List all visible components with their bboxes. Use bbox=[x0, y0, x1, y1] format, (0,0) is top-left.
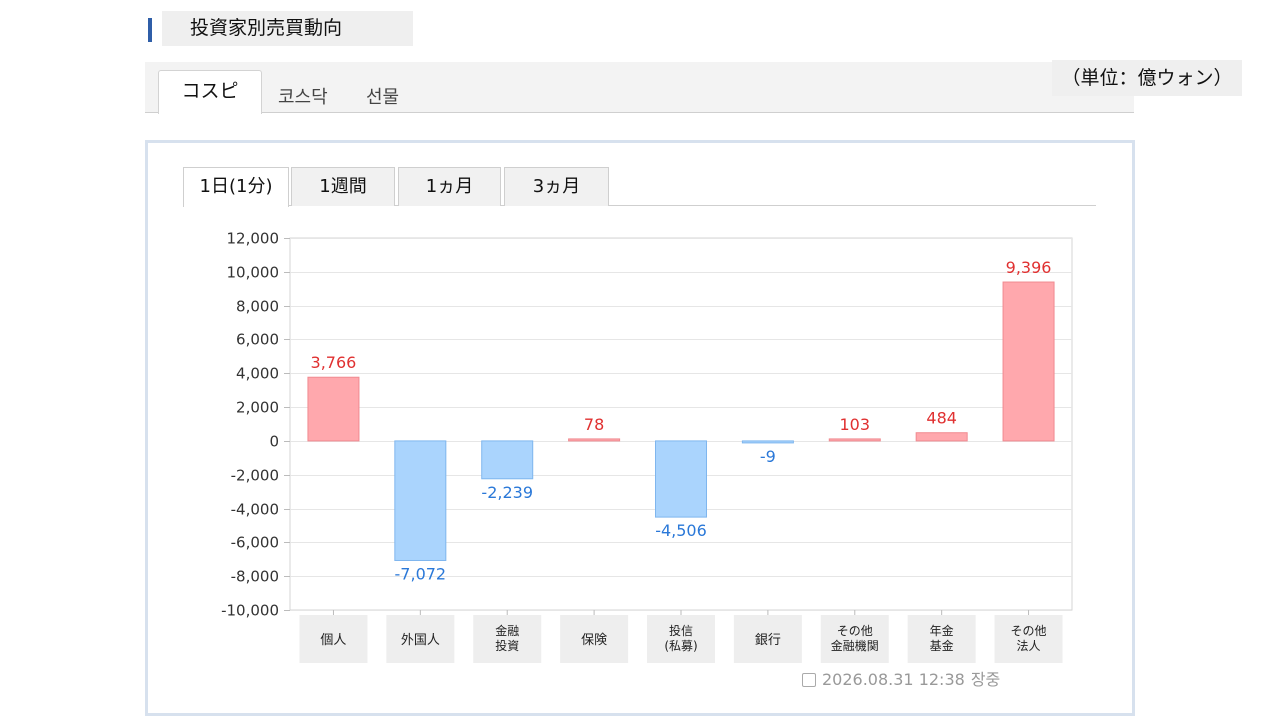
y-tick-label: 8,000 bbox=[236, 298, 279, 316]
y-tick-label: 4,000 bbox=[236, 365, 279, 383]
x-tick-label-line: 法人 bbox=[1017, 639, 1041, 653]
y-tick-label: 10,000 bbox=[227, 264, 280, 282]
x-tick-label-line: 投信 bbox=[669, 623, 693, 638]
bar bbox=[741, 440, 794, 444]
data-label: -9 bbox=[760, 447, 776, 466]
x-tick-label: 個人 bbox=[320, 633, 346, 648]
x-tick-label: 銀行 bbox=[755, 633, 781, 648]
y-tick-label: 6,000 bbox=[236, 331, 279, 349]
y-tick-label: 12,000 bbox=[227, 230, 280, 248]
x-tick-label-line: (私募) bbox=[664, 639, 697, 653]
timestamp-value: 2026.08.31 12:38 bbox=[822, 670, 965, 689]
data-label: 78 bbox=[584, 415, 604, 434]
x-tick-label-line: その他 bbox=[1011, 624, 1047, 638]
bar bbox=[307, 376, 360, 442]
x-tick-label-line: 投資 bbox=[495, 638, 519, 653]
bar bbox=[481, 440, 534, 480]
data-label: -7,072 bbox=[395, 564, 447, 583]
y-tick-label: -4,000 bbox=[231, 501, 279, 519]
bar bbox=[828, 438, 881, 442]
bar bbox=[915, 432, 968, 442]
data-label: 484 bbox=[926, 409, 957, 428]
x-tick-label: 外国人 bbox=[401, 633, 440, 648]
data-label: 3,766 bbox=[311, 353, 357, 372]
x-tick-label-line: 年金 bbox=[930, 623, 954, 638]
x-tick-label: その他金融機関 bbox=[831, 624, 879, 653]
y-tick-label: -6,000 bbox=[231, 534, 279, 552]
investor-bar-chart: 12,000 10,000 8,000 6,000 4,000 2,000 0 -2,000 -… bbox=[221, 230, 1073, 663]
data-label: 9,396 bbox=[1006, 258, 1052, 277]
bar bbox=[568, 438, 621, 442]
bar bbox=[655, 440, 707, 518]
bar bbox=[1002, 281, 1055, 442]
x-tick-label-line: 基金 bbox=[930, 638, 954, 653]
x-tick-label: 保険 bbox=[581, 633, 607, 648]
x-tick-label-line: 金融 bbox=[495, 623, 519, 638]
data-label: 103 bbox=[840, 415, 871, 434]
y-tick-label: 2,000 bbox=[236, 399, 279, 417]
x-tick-label-line: その他 bbox=[837, 624, 873, 638]
data-label: -4,506 bbox=[655, 521, 707, 540]
data-label: -2,239 bbox=[481, 483, 533, 502]
x-tick-label-line: 金融機関 bbox=[831, 638, 879, 653]
market-status: 장중 bbox=[970, 670, 1001, 689]
y-tick-label: -8,000 bbox=[231, 568, 279, 586]
y-tick-label: -10,000 bbox=[221, 602, 279, 620]
bar bbox=[394, 440, 447, 561]
y-tick-label: 0 bbox=[269, 433, 279, 451]
calendar-clock-icon bbox=[802, 673, 816, 687]
y-tick-label: -2,000 bbox=[231, 467, 279, 485]
timestamp: 2026.08.31 12:38 장중 bbox=[802, 666, 1000, 690]
